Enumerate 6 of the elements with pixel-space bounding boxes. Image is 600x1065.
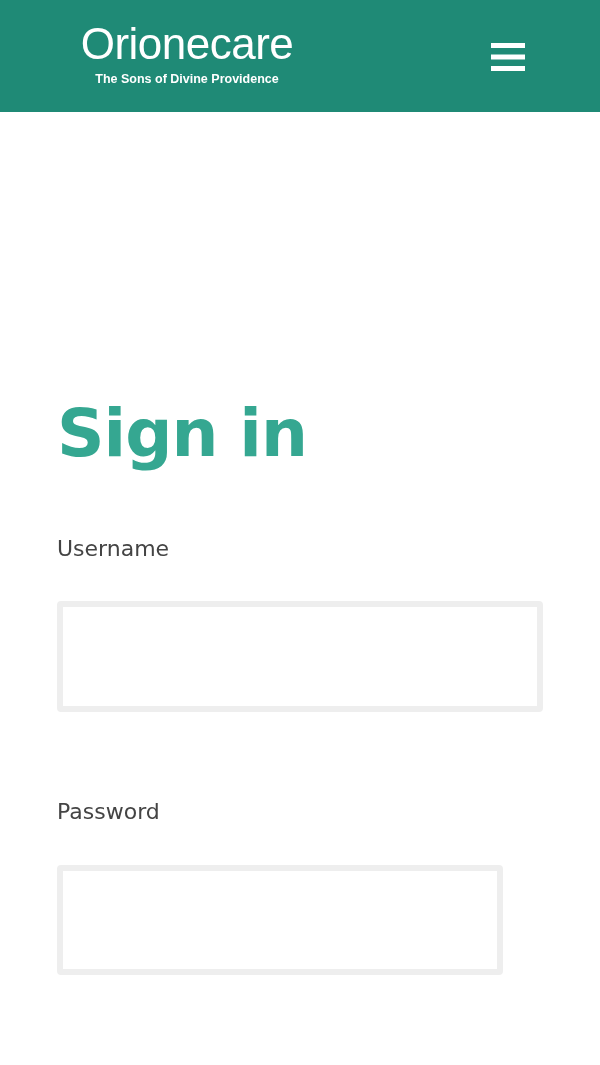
page-heading: Sign in bbox=[57, 394, 307, 474]
menu-icon[interactable] bbox=[491, 43, 525, 71]
field-label: Username bbox=[57, 535, 170, 563]
logo-tagline: The Sons of Divine Providence bbox=[95, 72, 279, 86]
logo[interactable]: Orionecare bbox=[80, 20, 294, 68]
field-label: Password bbox=[57, 798, 160, 826]
